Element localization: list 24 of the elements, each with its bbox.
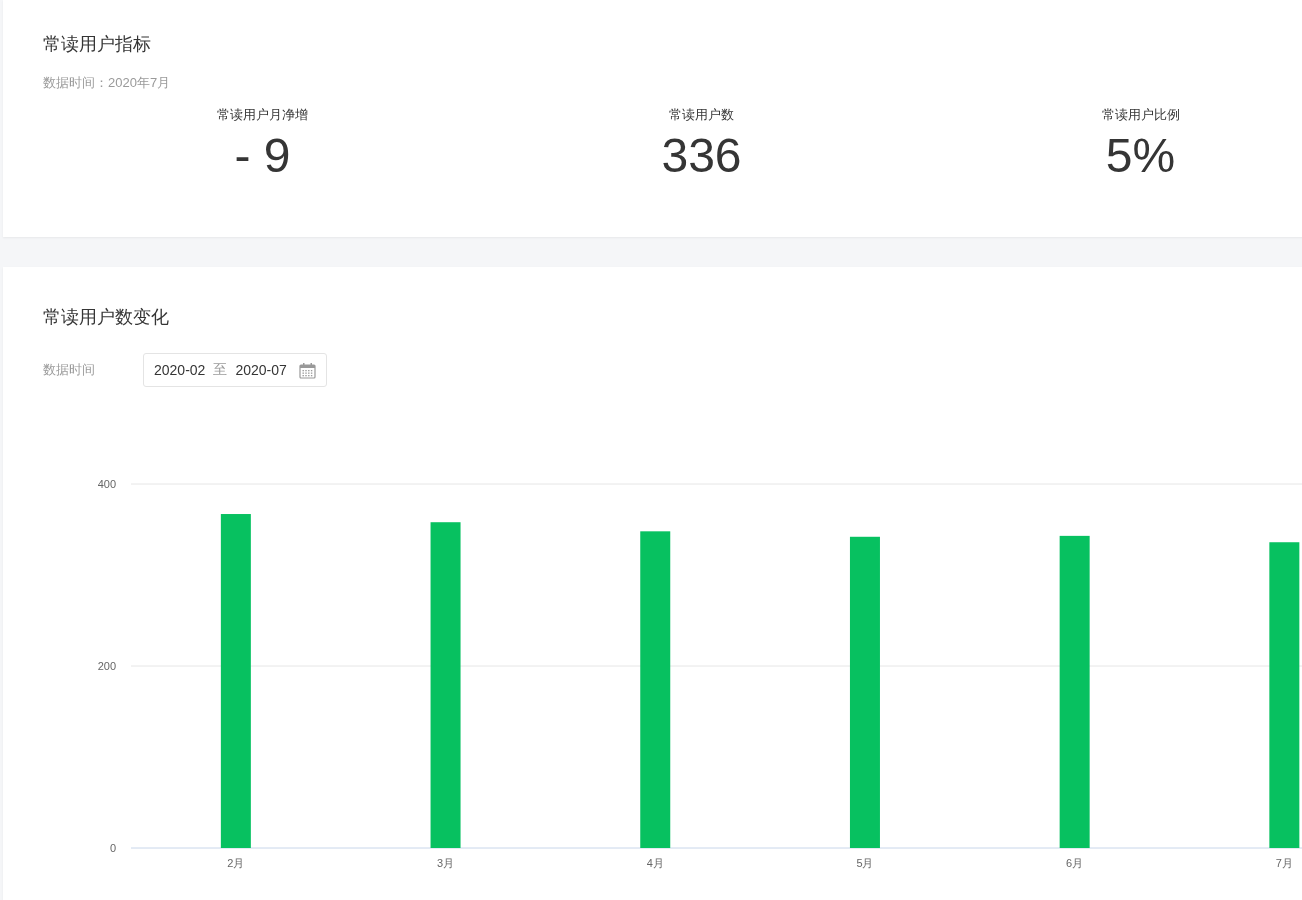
card-title: 常读用户数变化 [43, 306, 170, 329]
axis-label: 5月 [856, 857, 874, 869]
metric-label: 常读用户月净增 [217, 106, 308, 124]
axis-label: 400 [97, 478, 116, 490]
metric-value: 336 [661, 128, 742, 184]
axis-label: 4月 [646, 857, 664, 869]
axis-label: 2月 [227, 857, 245, 869]
axis-label: 6月 [1066, 857, 1084, 869]
axis-label: 7月 [1275, 857, 1293, 869]
data-time: 数据时间：2020年7月 [43, 74, 172, 92]
calendar-icon [298, 361, 316, 379]
metric-value: 5% [1105, 128, 1176, 184]
card-title: 常读用户指标 [43, 33, 152, 56]
range-separator: 至 [213, 361, 228, 379]
axis-label: 200 [97, 660, 116, 672]
axis-label: 3月 [437, 857, 455, 869]
filter-label: 数据时间 [43, 361, 96, 379]
metric-label: 常读用户比例 [1101, 106, 1180, 124]
end-date: 2020-07 [235, 362, 287, 378]
metric-label: 常读用户数 [669, 106, 734, 124]
axis-label: 0 [109, 842, 116, 854]
start-date: 2020-02 [154, 362, 206, 378]
date-range-picker[interactable]: 2020-02 至 2020-07 [143, 353, 327, 387]
metric-value: - 9 [234, 128, 291, 184]
